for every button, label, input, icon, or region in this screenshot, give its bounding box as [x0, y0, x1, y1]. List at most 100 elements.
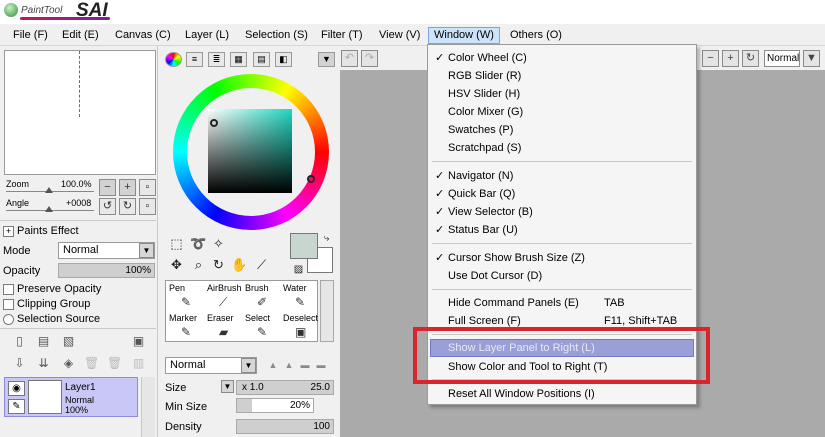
- menu-item-rgb-slider[interactable]: RGB Slider (R): [430, 67, 694, 85]
- merge-down-icon[interactable]: ⇊: [36, 356, 51, 371]
- brush-select[interactable]: Select ✎: [243, 312, 281, 342]
- magic-wand-icon[interactable]: ✧: [210, 235, 227, 252]
- panel-menu-icon[interactable]: ▼: [318, 52, 335, 67]
- layer-row[interactable]: ◉ ✎ Layer1 Normal 100%: [4, 377, 138, 417]
- menu-item-hsv-slider[interactable]: HSV Slider (H): [430, 85, 694, 103]
- brush-brush[interactable]: Brush ✐: [243, 282, 281, 312]
- zoom-out-button[interactable]: −: [99, 179, 116, 196]
- brush-pen[interactable]: Pen ✎: [167, 282, 205, 312]
- shape-round-icon[interactable]: ▲: [265, 360, 281, 370]
- min-size-slider[interactable]: 20%: [236, 398, 314, 413]
- shape-soft-icon[interactable]: ▲: [281, 360, 297, 370]
- new-layer-icon[interactable]: ▯: [12, 334, 27, 349]
- move-icon[interactable]: ✥: [168, 256, 185, 273]
- rect-select-icon[interactable]: ⬚: [168, 235, 185, 252]
- menu-item-quick-bar[interactable]: ✓ Quick Bar (Q): [430, 185, 694, 203]
- zoom-in-icon[interactable]: +: [722, 50, 739, 67]
- menu-layer[interactable]: Layer (L): [180, 27, 234, 44]
- swap-colors-icon[interactable]: ⤷: [318, 230, 335, 247]
- lasso-icon[interactable]: ➰: [190, 235, 207, 252]
- brush-eraser[interactable]: Eraser ▰: [205, 312, 243, 342]
- saturation-value-square[interactable]: [208, 109, 292, 193]
- eyedropper-icon[interactable]: ⟋: [253, 256, 270, 273]
- eye-icon[interactable]: ◉: [8, 381, 25, 396]
- navigator-preview[interactable]: [4, 50, 156, 175]
- color-mixer-tab-icon[interactable]: ▦: [230, 52, 247, 67]
- primary-color-swatch[interactable]: [290, 233, 318, 259]
- transfer-down-icon[interactable]: ⇩: [12, 356, 27, 371]
- brush-marker[interactable]: Marker ✎: [167, 312, 205, 342]
- menu-window[interactable]: Window (W): [428, 27, 500, 44]
- menu-item-color-wheel[interactable]: ✓ Color Wheel (C): [430, 49, 694, 67]
- redo-icon[interactable]: ↷: [361, 50, 378, 67]
- zoom-icon[interactable]: ⌕: [190, 256, 207, 273]
- menu-item-status-bar[interactable]: ✓ Status Bar (U): [430, 221, 694, 239]
- canvas-mode-dropdown[interactable]: ▼: [803, 50, 820, 67]
- shape-flat-icon[interactable]: ▬: [297, 360, 313, 370]
- color-wheel-tab-icon[interactable]: [165, 52, 182, 67]
- menu-item-swatches[interactable]: Swatches (P): [430, 121, 694, 139]
- swatches-tab-icon[interactable]: ▤: [253, 52, 270, 67]
- menu-edit[interactable]: Edit (E): [57, 27, 104, 44]
- layer-properties-icon[interactable]: ▥: [131, 356, 146, 371]
- layer-list-scrollbar[interactable]: [141, 377, 155, 437]
- brush-airbrush[interactable]: AirBrush ⟋: [205, 282, 243, 312]
- menu-item-scratchpad[interactable]: Scratchpad (S): [430, 139, 694, 157]
- paint-brush-icon[interactable]: ✎: [8, 399, 25, 414]
- zoom-reset-button[interactable]: ▫: [139, 179, 156, 196]
- paint-effect-toggle-icon[interactable]: +: [3, 226, 14, 237]
- menu-file[interactable]: File (F): [8, 27, 53, 44]
- scratchpad-tab-icon[interactable]: ◧: [275, 52, 292, 67]
- sv-picker-marker[interactable]: [210, 119, 218, 127]
- density-slider[interactable]: 100: [236, 419, 334, 434]
- rgb-slider-tab-icon[interactable]: ≡: [186, 52, 203, 67]
- size-slider[interactable]: x 1.0 25.0: [236, 380, 334, 395]
- menu-item-view-selector[interactable]: ✓ View Selector (B): [430, 203, 694, 221]
- size-preset-dropdown[interactable]: ▼: [221, 380, 234, 393]
- zoom-slider-knob[interactable]: [45, 187, 53, 193]
- rotate-reset-button[interactable]: ▫: [139, 198, 156, 215]
- menu-item-cursor-brush-size[interactable]: ✓ Cursor Show Brush Size (Z): [430, 249, 694, 267]
- layer-mask-icon[interactable]: ▣: [131, 334, 146, 349]
- preserve-opacity-checkbox[interactable]: [3, 284, 14, 295]
- menu-item-hide-command-panels[interactable]: Hide Command Panels (E) TAB: [430, 294, 694, 312]
- menu-item-dot-cursor[interactable]: Use Dot Cursor (D): [430, 267, 694, 285]
- zoom-out-icon[interactable]: −: [702, 50, 719, 67]
- hue-picker-marker[interactable]: [307, 175, 315, 183]
- brush-deselect[interactable]: Deselect ▣: [281, 312, 319, 342]
- brush-grid-scrollbar[interactable]: [320, 280, 334, 342]
- new-mask-icon[interactable]: ▧: [61, 334, 76, 349]
- menu-filter[interactable]: Filter (T): [316, 27, 368, 44]
- shape-square-icon[interactable]: ▬: [313, 360, 329, 370]
- clear-layer-icon[interactable]: ◈: [61, 356, 76, 371]
- hsv-slider-tab-icon[interactable]: ≣: [208, 52, 225, 67]
- hand-icon[interactable]: ✋: [231, 256, 248, 273]
- brush-blend-mode-select[interactable]: Normal ▼: [165, 357, 257, 374]
- angle-slider-knob[interactable]: [45, 206, 53, 212]
- check-icon: ✓: [435, 170, 445, 182]
- rotate-left-button[interactable]: ↺: [99, 198, 116, 215]
- layer-mode-select[interactable]: Normal ▼: [58, 242, 155, 259]
- menu-item-reset-window-positions[interactable]: Reset All Window Positions (I): [430, 385, 694, 403]
- undo-icon[interactable]: ↶: [341, 50, 358, 67]
- menu-item-navigator[interactable]: ✓ Navigator (N): [430, 167, 694, 185]
- menu-canvas[interactable]: Canvas (C): [110, 27, 176, 44]
- menu-view[interactable]: View (V): [374, 27, 425, 44]
- layer-name: Layer1: [65, 382, 96, 393]
- opacity-slider[interactable]: 100%: [58, 263, 155, 278]
- rotate-icon[interactable]: ↻: [742, 50, 759, 67]
- brush-water[interactable]: Water ✎: [281, 282, 319, 312]
- clipping-group-checkbox[interactable]: [3, 299, 14, 310]
- delete-layer-icon[interactable]: 🗑: [84, 356, 99, 371]
- canvas-blend-mode[interactable]: Normal: [764, 50, 800, 67]
- transparent-color-icon[interactable]: ▨: [290, 261, 307, 278]
- menu-item-color-mixer[interactable]: Color Mixer (G): [430, 103, 694, 121]
- selection-source-radio[interactable]: [3, 314, 14, 325]
- menu-selection[interactable]: Selection (S): [240, 27, 313, 44]
- trash-icon[interactable]: 🗑: [107, 356, 122, 371]
- menu-others[interactable]: Others (O): [505, 27, 567, 44]
- new-layer-folder-icon[interactable]: ▤: [36, 334, 51, 349]
- zoom-in-button[interactable]: +: [119, 179, 136, 196]
- rotate-right-button[interactable]: ↻: [119, 198, 136, 215]
- rotate-icon[interactable]: ↻: [210, 256, 227, 273]
